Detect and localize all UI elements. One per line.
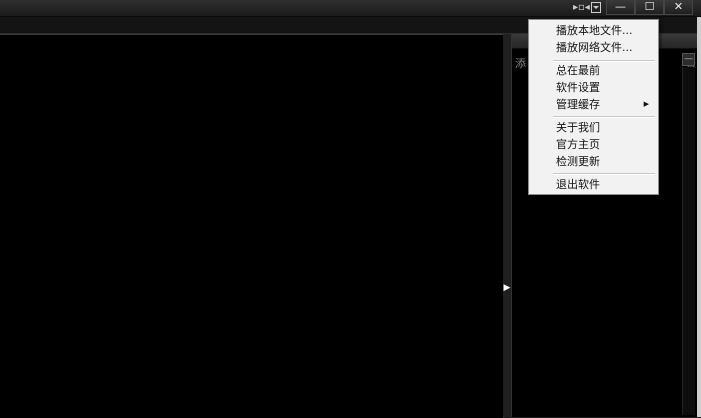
collapse-arrow-icon[interactable]: ▶	[503, 283, 511, 293]
playlist-add-text: 添	[515, 57, 526, 70]
main-menu: 播放本地文件... 播放网络文件... 总在最前 软件设置 管理缓存 ▶ 关于我…	[528, 19, 659, 195]
menu-item-manage-cache[interactable]: 管理缓存 ▶	[530, 96, 657, 113]
panel-divider[interactable]: ▶	[503, 34, 511, 417]
submenu-arrow-icon: ▶	[643, 100, 649, 108]
menu-item-play-local-file[interactable]: 播放本地文件...	[530, 22, 657, 39]
minimize-button[interactable]: —	[606, 0, 635, 15]
menu-item-software-settings[interactable]: 软件设置	[530, 79, 657, 96]
menu-item-exit-software[interactable]: 退出软件	[530, 176, 657, 193]
menu-separator	[553, 173, 655, 175]
scrollbar-track[interactable]	[682, 67, 695, 415]
title-bar: ▸▫◂ — ☐ ✕	[0, 0, 701, 17]
menu-item-official-homepage[interactable]: 官方主页	[530, 136, 657, 153]
download-arrow-icon[interactable]	[590, 2, 602, 14]
film-strip-icon[interactable]: ▸▫◂	[573, 2, 590, 14]
menu-item-always-on-top[interactable]: 总在最前	[530, 62, 657, 79]
window-edge	[697, 17, 701, 417]
menu-separator	[553, 116, 655, 118]
menu-item-check-update[interactable]: 检测更新	[530, 153, 657, 170]
video-area[interactable]	[0, 34, 504, 418]
menu-item-label: 管理缓存	[556, 98, 600, 111]
menu-item-play-network-file[interactable]: 播放网络文件...	[530, 39, 657, 56]
scroll-up-button[interactable]: —	[682, 53, 695, 66]
close-button[interactable]: ✕	[664, 0, 693, 15]
maximize-button[interactable]: ☐	[635, 0, 664, 15]
menu-item-about-us[interactable]: 关于我们	[530, 119, 657, 136]
